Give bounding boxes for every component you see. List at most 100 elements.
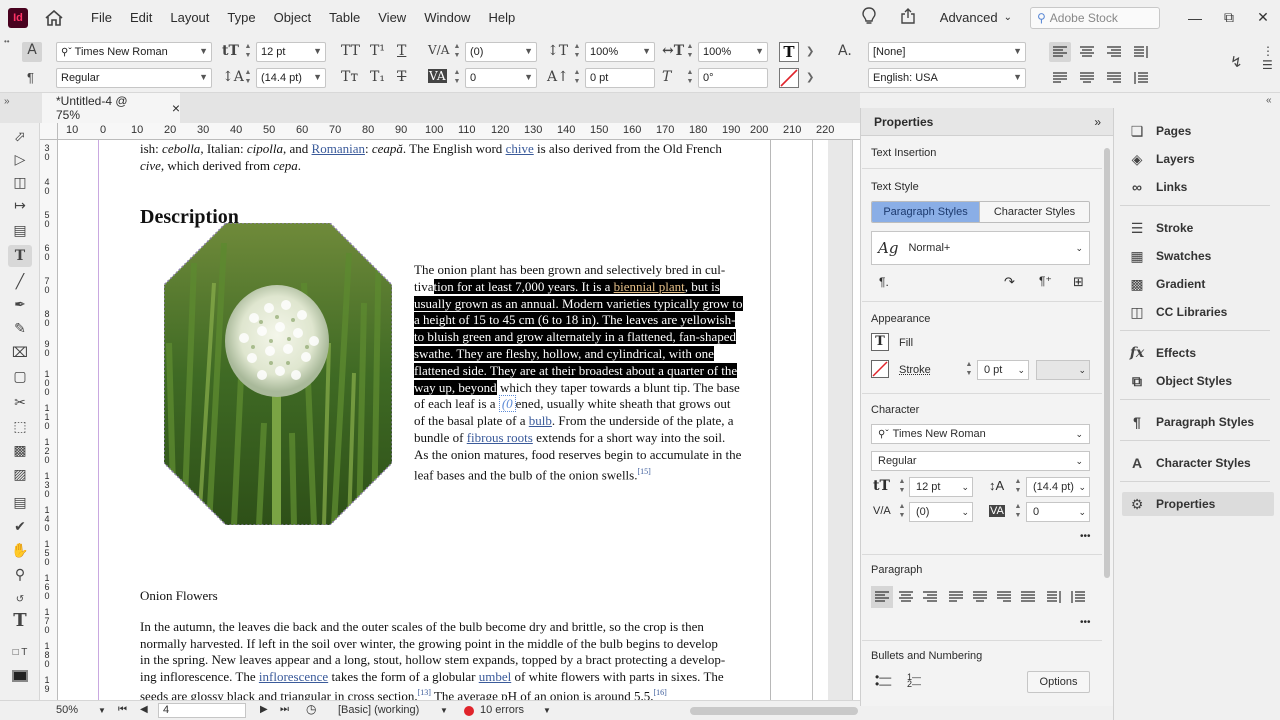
next-page-icon[interactable]: ▶ — [260, 704, 268, 715]
align-center-button[interactable] — [1076, 42, 1098, 62]
links-panel-button[interactable]: ∞ Links — [1122, 175, 1274, 199]
stroke-swatch[interactable] — [871, 360, 889, 378]
stroke-weight-field[interactable]: 0 pt ⌄ — [977, 360, 1029, 380]
menu-window[interactable]: Window — [415, 10, 479, 25]
vertical-scale-stepper[interactable]: ▲ ▼ — [572, 42, 582, 62]
footnote-ref[interactable]: [16] — [653, 688, 666, 697]
footnote-ref[interactable]: [15] — [637, 467, 650, 476]
font-family-field[interactable]: ⚲ˇ Times New Roman ▼ — [56, 42, 212, 62]
hyperlink[interactable]: umbel — [479, 669, 512, 684]
type-tool-icon[interactable]: T — [8, 245, 32, 267]
properties-title[interactable]: Properties — [874, 115, 933, 129]
character-style-field[interactable]: [None] ▼ — [868, 42, 1026, 62]
small-caps-icon[interactable]: Tт — [341, 69, 358, 85]
menu-file[interactable]: File — [82, 10, 121, 25]
hyperlink[interactable]: biennial plant — [614, 279, 685, 294]
page-number-field[interactable]: 4 — [158, 703, 246, 718]
close-window-button[interactable]: ✕ — [1246, 9, 1280, 26]
paragraph-mode-button[interactable]: ¶ — [27, 70, 34, 85]
font-size-field[interactable]: 12 pt ▼ — [256, 42, 326, 62]
more-character-options[interactable]: ••• — [1080, 531, 1091, 542]
swap-fill-stroke-icon[interactable]: ↺ — [8, 588, 32, 610]
tracking-stepper[interactable]: ▲ ▼ — [452, 68, 462, 88]
tracking-field[interactable]: 0 ⌄ — [1026, 502, 1090, 522]
skew-stepper[interactable]: ▲ ▼ — [685, 68, 695, 88]
menu-view[interactable]: View — [369, 10, 415, 25]
first-page-icon[interactable]: ⏮ — [118, 704, 127, 715]
hyperlink[interactable]: bulb — [529, 413, 552, 428]
strikethrough-icon[interactable]: T — [397, 69, 406, 85]
paragraph-styles-panel-button[interactable]: ¶ Paragraph Styles — [1122, 410, 1274, 434]
screen-mode-icon[interactable] — [8, 665, 32, 687]
object-styles-panel-button[interactable]: ⧉ Object Styles — [1122, 369, 1274, 393]
effects-panel-button[interactable]: fx Effects — [1122, 341, 1274, 365]
leading-field[interactable]: (14.4 pt) ▼ — [256, 68, 326, 88]
home-icon[interactable] — [44, 8, 64, 28]
font-style-field[interactable]: Regular ⌄ — [871, 451, 1090, 471]
chevron-down-icon[interactable]: ▼ — [440, 706, 448, 715]
body-text-frame[interactable]: The onion plant has been grown and selec… — [414, 262, 770, 482]
leading-stepper[interactable]: ▲ ▼ — [1013, 477, 1023, 497]
collapse-panel-icon[interactable]: » — [1094, 115, 1101, 129]
page-tool-icon[interactable]: ◫ — [8, 171, 32, 193]
selection-tool-icon[interactable]: ⬀ — [8, 125, 32, 147]
tab-paragraph-styles[interactable]: Paragraph Styles — [872, 202, 980, 222]
paragraph-style-selector[interactable]: Ag Normal+ ⌄ — [871, 231, 1090, 265]
stroke-label[interactable]: Stroke — [899, 364, 931, 376]
gradient-feather-tool-icon[interactable]: ▨ — [8, 463, 32, 485]
bullet-list-icon[interactable]: •— •— — [875, 671, 891, 690]
stroke-panel-button[interactable]: ☰ Stroke — [1122, 216, 1274, 240]
collapse-tools-icon[interactable]: » — [4, 96, 10, 107]
skew-field[interactable]: 0° — [698, 68, 768, 88]
close-tab-icon[interactable]: × — [172, 100, 180, 116]
more-paragraph-options[interactable]: ••• — [1080, 617, 1091, 628]
pencil-tool-icon[interactable]: ✎ — [8, 317, 32, 339]
options-button[interactable]: Options — [1027, 671, 1090, 693]
vertical-scale-field[interactable]: 100% ▼ — [585, 42, 655, 62]
align-left-button[interactable] — [1049, 42, 1071, 62]
note-tool-icon[interactable]: ▤ — [8, 491, 32, 513]
paragraph-text[interactable]: In the autumn, the leaves die back and t… — [140, 619, 770, 700]
leading-field[interactable]: (14.4 pt) ⌄ — [1026, 477, 1090, 497]
new-style-icon[interactable]: ⊞ — [1073, 274, 1084, 290]
chevron-down-icon[interactable]: ▼ — [543, 706, 551, 715]
horizontal-scale-field[interactable]: 100% ▼ — [698, 42, 768, 62]
align-towards-spine-button[interactable] — [1047, 591, 1061, 606]
line-tool-icon[interactable]: ╱ — [8, 270, 32, 292]
restore-button[interactable]: ⧉ — [1212, 9, 1246, 26]
rectangle-tool-icon[interactable]: ▢ — [8, 365, 32, 387]
kerning-field[interactable]: (0) ▼ — [465, 42, 537, 62]
stroke-type-field[interactable]: ⌄ — [1036, 360, 1090, 380]
numbered-list-icon[interactable]: 1— 2— — [907, 673, 921, 689]
chevron-right-icon[interactable]: ❯ — [806, 46, 814, 57]
ruler-origin[interactable] — [40, 123, 58, 140]
swatches-panel-button[interactable]: ▦ Swatches — [1122, 244, 1274, 268]
align-towards-spine-button[interactable] — [1130, 42, 1152, 62]
font-family-field[interactable]: ⚲ˇ Times New Roman ⌄ — [871, 424, 1090, 444]
baseline-shift-field[interactable]: 0 pt — [585, 68, 655, 88]
menu-layout[interactable]: Layout — [161, 10, 218, 25]
fill-stroke-swatch-icon[interactable]: T — [8, 609, 32, 631]
align-left-button[interactable] — [871, 586, 893, 608]
menu-type[interactable]: Type — [218, 10, 264, 25]
underline-icon[interactable]: T — [397, 43, 406, 59]
all-caps-icon[interactable]: TT — [341, 43, 360, 59]
tab-character-styles[interactable]: Character Styles — [979, 202, 1089, 222]
horizontal-ruler[interactable]: 10 0 10 20 30 40 50 60 70 80 90 100 110 … — [58, 123, 860, 140]
align-right-button[interactable] — [1103, 42, 1125, 62]
panel-options-icon[interactable]: ⋮ ☰ — [1262, 44, 1274, 72]
chevron-right-icon[interactable]: ❯ — [806, 72, 814, 83]
open-page-icon[interactable]: ◷ — [306, 702, 316, 716]
hyperlink[interactable]: fibrous roots — [467, 430, 533, 445]
layers-panel-button[interactable]: ◈ Layers — [1122, 147, 1274, 171]
justify-left-button[interactable] — [1049, 68, 1071, 88]
gradient-tool-icon[interactable]: ▩ — [8, 439, 32, 461]
text-fill-swatch[interactable]: T — [779, 42, 799, 62]
eyedropper-tool-icon[interactable]: ✔ — [8, 515, 32, 537]
pages-panel-button[interactable]: ❏ Pages — [1122, 119, 1274, 143]
properties-panel-button[interactable]: ⚙ Properties — [1122, 492, 1274, 516]
justify-center-button[interactable] — [1076, 68, 1098, 88]
content-collector-icon[interactable]: ▤ — [8, 219, 32, 241]
chevron-down-icon[interactable]: ▼ — [98, 706, 106, 715]
share-icon[interactable] — [900, 8, 922, 27]
